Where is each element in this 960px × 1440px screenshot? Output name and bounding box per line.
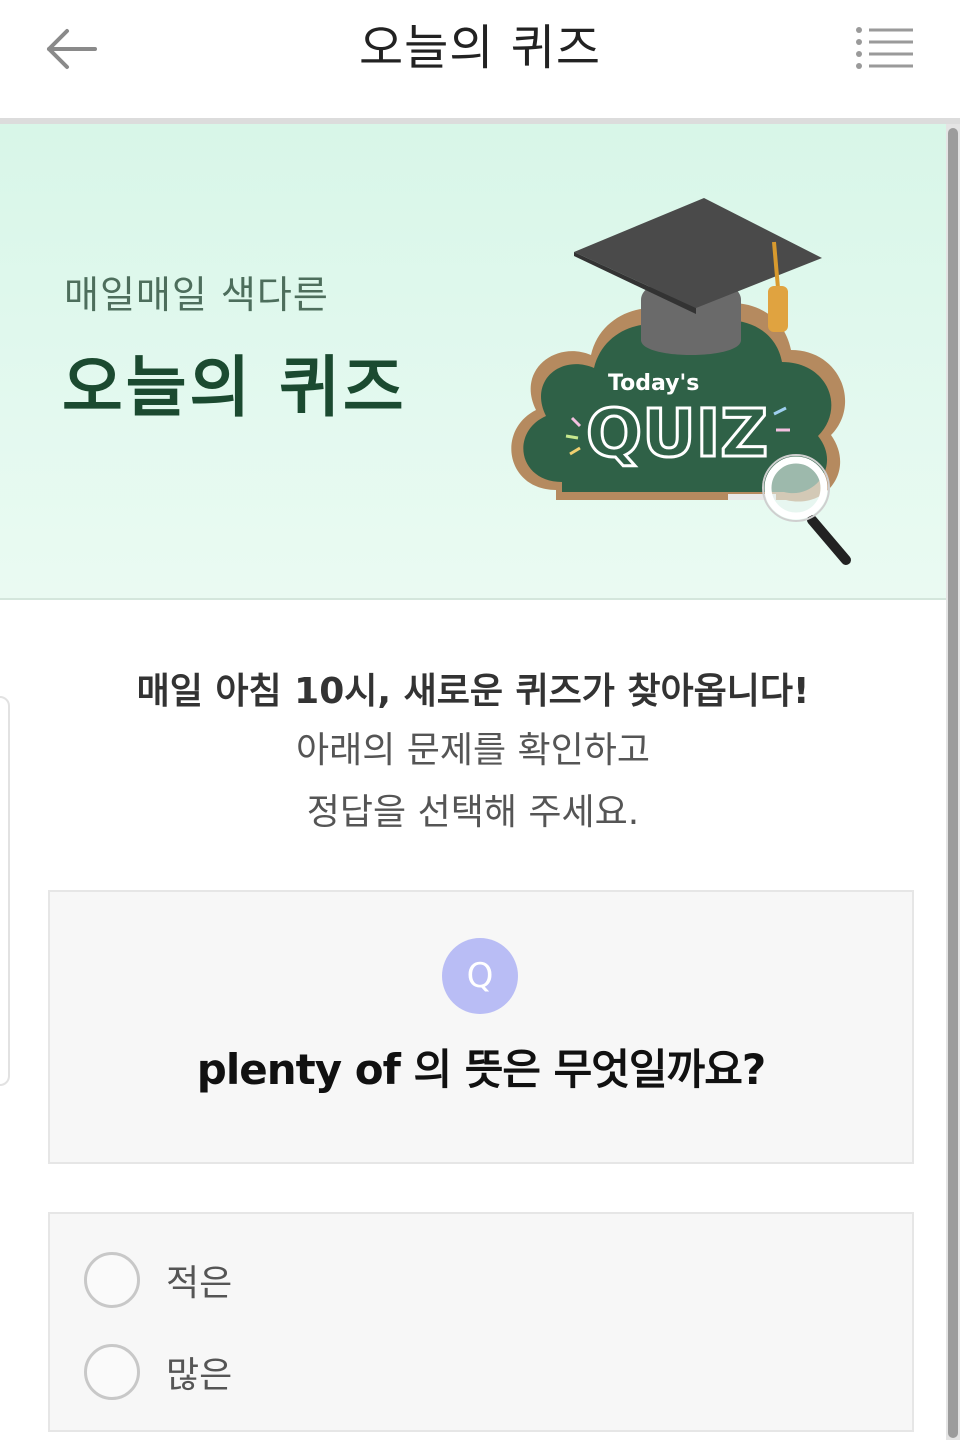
answer-option[interactable]: 적은: [84, 1250, 864, 1310]
question-text: plenty of 의 뜻은 무엇일까요?: [196, 1045, 766, 1094]
illustration-big-text: QUIZ: [586, 395, 768, 472]
radio-button[interactable]: [84, 1344, 140, 1400]
answer-options: 적은 많은: [48, 1212, 914, 1432]
option-label: 적은: [166, 1263, 233, 1304]
illustration-small-text: Today's: [608, 371, 699, 396]
question-badge: Q: [442, 938, 518, 1014]
banner-subtitle: 매일매일 색다른: [64, 273, 329, 317]
menu-button[interactable]: [848, 20, 922, 76]
list-menu-icon: [856, 27, 913, 69]
radio-button[interactable]: [84, 1252, 140, 1308]
quiz-illustration: Today's QUIZ: [511, 198, 851, 565]
quiz-banner: 매일매일 색다른 오늘의 퀴즈 Today's QUIZ: [0, 124, 946, 600]
intro-line: 아래의 문제를 확인하고: [295, 730, 651, 771]
answer-option[interactable]: 많은: [84, 1342, 864, 1402]
scrollbar-thumb[interactable]: [948, 128, 958, 1438]
question-card: Q plenty of 의 뜻은 무엇일까요?: [48, 890, 914, 1164]
top-bar: 오늘의 퀴즈: [0, 0, 960, 118]
intro-headline: 매일 아침 10시, 새로운 퀴즈가 찾아옵니다!: [136, 671, 810, 712]
banner-title: 오늘의 퀴즈: [62, 349, 407, 426]
scrollbar[interactable]: [946, 124, 960, 1440]
option-label: 많은: [166, 1355, 233, 1396]
intro-line: 정답을 선택해 주세요.: [306, 792, 640, 833]
intro-text: 매일 아침 10시, 새로운 퀴즈가 찾아옵니다! 아래의 문제를 확인하고 정…: [0, 664, 946, 844]
page-title: 오늘의 퀴즈: [358, 20, 602, 76]
